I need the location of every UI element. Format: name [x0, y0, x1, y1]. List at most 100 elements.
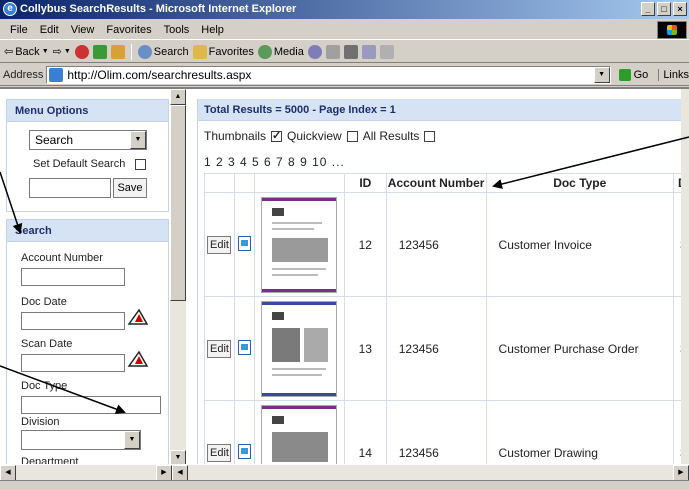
account-number-input[interactable]	[21, 268, 125, 286]
results-scrollbar[interactable]	[681, 89, 689, 464]
scroll-right-icon[interactable]: ▶	[673, 465, 689, 481]
set-default-checkbox[interactable]	[135, 159, 146, 170]
go-button[interactable]: Go	[618, 68, 649, 81]
scroll-left-icon[interactable]: ◀	[0, 465, 16, 481]
favorites-icon	[192, 44, 207, 59]
search-button[interactable]: Search	[137, 44, 189, 59]
edit-page-icon[interactable]	[361, 44, 376, 59]
column-header-doc-type[interactable]: Doc Type	[485, 173, 674, 193]
menu-tools[interactable]: Tools	[158, 24, 196, 36]
forward-button[interactable]: ⇨ ▼	[53, 45, 71, 58]
scroll-right-icon[interactable]: ▶	[156, 465, 172, 481]
maximize-button[interactable]: □	[657, 2, 671, 16]
close-button[interactable]: ×	[673, 2, 687, 16]
address-label: Address	[3, 68, 44, 81]
chevron-down-icon: ▼	[41, 48, 49, 55]
row-id: 14	[343, 400, 387, 464]
favorites-button[interactable]: Favorites	[192, 44, 254, 59]
window-title: Collybus SearchResults - Microsoft Inter…	[20, 3, 297, 15]
pager[interactable]: 1 2 3 4 5 6 7 8 9 10 ...	[204, 155, 345, 169]
go-label: Go	[633, 68, 649, 81]
back-button[interactable]: ⇦ Back ▼	[4, 45, 49, 59]
division-select[interactable]: ▼	[21, 430, 141, 450]
doc-type-label: Doc Type	[21, 380, 68, 392]
document-icon[interactable]	[237, 339, 251, 355]
doc-type-input[interactable]	[21, 396, 161, 414]
page-content: Menu Options Search ▼ Set Default Search…	[0, 87, 689, 464]
table-row: Edit	[204, 296, 689, 401]
menu-help[interactable]: Help	[195, 24, 230, 36]
chevron-down-icon[interactable]: ▼	[130, 131, 146, 149]
browser-window: e Collybus SearchResults - Microsoft Int…	[0, 0, 689, 489]
sidebar-scroll-thumb[interactable]	[170, 105, 186, 301]
links-button[interactable]: Links	[658, 68, 689, 81]
results-summary: Total Results = 5000 - Page Index = 1	[198, 99, 689, 121]
all-results-label: All Results	[362, 129, 420, 143]
scan-date-input[interactable]	[21, 354, 125, 372]
table-row: Edit	[204, 192, 689, 297]
edit-button[interactable]: Edit	[207, 235, 232, 254]
menu-favorites[interactable]: Favorites	[100, 24, 157, 36]
menu-bar: File Edit View Favorites Tools Help	[0, 20, 689, 40]
edit-button[interactable]: Edit	[207, 443, 232, 462]
search-icon	[137, 44, 152, 59]
account-number-label: Account Number	[21, 252, 103, 264]
save-button[interactable]: Save	[113, 178, 147, 198]
toolbar-separator	[130, 43, 132, 60]
table-row: Edit 14 123456 Customer Drawing	[204, 400, 689, 464]
chevron-down-icon[interactable]: ▼	[124, 431, 140, 449]
windows-logo-icon	[657, 21, 687, 39]
row-doc-type: Customer Purchase Order	[485, 296, 674, 401]
column-header-account-number[interactable]: Account Number	[385, 173, 487, 193]
quickview-checkbox[interactable]	[346, 130, 358, 142]
menu-file[interactable]: File	[4, 24, 34, 36]
menu-options-title: Menu Options	[7, 100, 168, 122]
all-results-checkbox[interactable]	[424, 130, 436, 142]
favorites-label: Favorites	[208, 45, 254, 58]
document-icon[interactable]	[237, 443, 251, 459]
menu-edit[interactable]: Edit	[34, 24, 65, 36]
back-arrow-icon: ⇦	[4, 46, 14, 58]
calendar-icon[interactable]	[127, 350, 149, 368]
scan-date-label: Scan Date	[21, 338, 73, 350]
minimize-button[interactable]: _	[641, 2, 655, 16]
print-icon[interactable]	[343, 44, 358, 59]
mail-icon[interactable]	[325, 44, 340, 59]
column-header-id[interactable]: ID	[343, 173, 387, 193]
row-account-number: 123456	[385, 192, 487, 297]
edit-button[interactable]: Edit	[207, 339, 232, 358]
default-search-input[interactable]	[29, 178, 111, 198]
discuss-icon[interactable]	[379, 44, 394, 59]
back-label: Back	[15, 45, 40, 58]
scroll-left-icon[interactable]: ◀	[172, 465, 188, 481]
status-bar	[0, 480, 689, 489]
column-header-edit	[204, 173, 235, 193]
title-bar: e Collybus SearchResults - Microsoft Int…	[0, 0, 689, 19]
search-label: Search	[153, 45, 189, 58]
chevron-down-icon[interactable]: ▼	[593, 66, 610, 83]
view-options: Thumbnails Quickview All Results	[204, 129, 436, 143]
address-input[interactable]: http://Olim.com/searchresults.aspx ▼	[46, 65, 611, 84]
horizontal-scrollbar[interactable]: ◀ ▶ ◀ ▶	[0, 464, 689, 481]
document-thumbnail[interactable]	[261, 404, 338, 464]
thumbnails-checkbox[interactable]	[271, 129, 283, 142]
doc-date-input[interactable]	[21, 312, 125, 330]
address-bar: Address http://Olim.com/searchresults.as…	[0, 64, 689, 86]
media-button[interactable]: Media	[257, 44, 304, 59]
refresh-icon[interactable]	[92, 44, 107, 59]
sidebar-scrollbar[interactable]: ▲ ▼	[170, 89, 186, 464]
scroll-down-icon[interactable]: ▼	[170, 450, 186, 464]
scroll-up-icon[interactable]: ▲	[170, 89, 186, 105]
sidebar: Menu Options Search ▼ Set Default Search…	[6, 99, 169, 464]
history-icon[interactable]	[307, 44, 322, 59]
menu-view[interactable]: View	[65, 24, 101, 36]
calendar-icon[interactable]	[127, 308, 149, 326]
stop-icon[interactable]	[74, 44, 89, 59]
document-thumbnail[interactable]	[261, 196, 338, 293]
document-icon[interactable]	[237, 235, 251, 251]
search-mode-select[interactable]: Search ▼	[29, 130, 147, 150]
document-thumbnail[interactable]	[261, 300, 338, 397]
chevron-down-icon: ▼	[63, 48, 71, 55]
home-icon[interactable]	[110, 44, 125, 59]
ie-icon: e	[3, 2, 17, 16]
